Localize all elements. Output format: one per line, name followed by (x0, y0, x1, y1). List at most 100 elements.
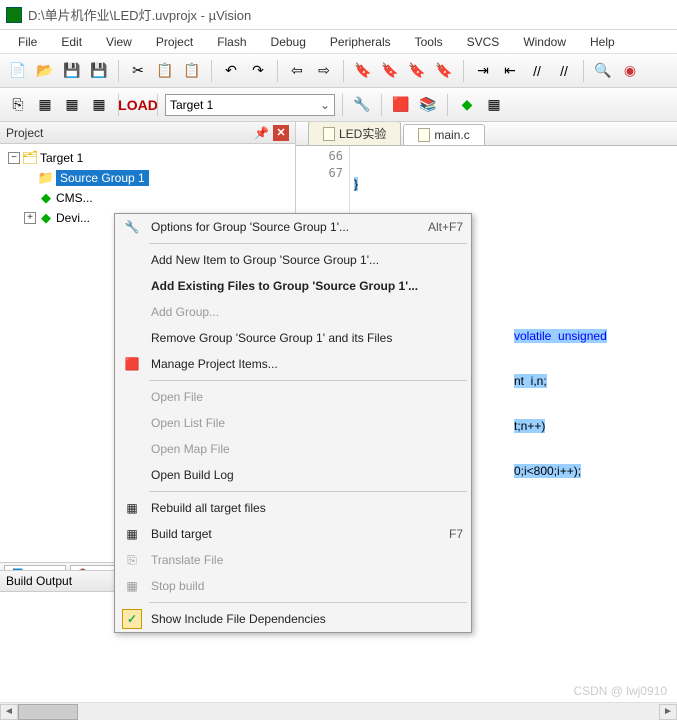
menu-view[interactable]: View (96, 33, 142, 51)
separator (583, 60, 584, 82)
ctx-remove-group[interactable]: Remove Group 'Source Group 1' and its Fi… (115, 325, 471, 351)
pack-icon[interactable]: ◆ (455, 93, 479, 117)
stop-icon: ▦ (119, 573, 145, 599)
scroll-left-icon[interactable]: ◄ (0, 704, 18, 720)
rte-icon[interactable]: ▦ (482, 93, 506, 117)
ctx-options[interactable]: 🔧 Options for Group 'Source Group 1'... … (115, 214, 471, 240)
open-icon[interactable]: 📂 (33, 59, 57, 83)
pin-icon[interactable]: 📌 (254, 126, 269, 140)
tree-cmsis-label: CMS... (56, 191, 93, 205)
new-file-icon[interactable]: 📄 (6, 59, 30, 83)
ctx-manage[interactable]: 🟥 Manage Project Items... (115, 351, 471, 377)
collapse-icon[interactable]: − (8, 152, 20, 164)
bookmark-icon[interactable]: 🔖 (351, 59, 375, 83)
expand-icon[interactable]: + (24, 212, 36, 224)
ctx-add-new[interactable]: Add New Item to Group 'Source Group 1'..… (115, 247, 471, 273)
undo-icon[interactable]: ↶ (219, 59, 243, 83)
uncomment-icon[interactable]: // (552, 59, 576, 83)
code-kw: volatile (514, 329, 551, 343)
indent-icon[interactable]: ⇥ (471, 59, 495, 83)
file-tab-main[interactable]: main.c (403, 124, 484, 145)
bookmark-next-icon[interactable]: 🔖 (405, 59, 429, 83)
chevron-down-icon: ⌄ (320, 98, 330, 112)
redo-icon[interactable]: ↷ (246, 59, 270, 83)
debug-icon[interactable]: ◉ (618, 59, 642, 83)
translate-icon[interactable]: ⎘ (6, 93, 30, 117)
bookmark-prev-icon[interactable]: 🔖 (378, 59, 402, 83)
ctx-add-new-label: Add New Item to Group 'Source Group 1'..… (151, 253, 463, 267)
tree-source-group[interactable]: 📁 Source Group 1 (2, 168, 293, 188)
scroll-track[interactable] (18, 704, 659, 720)
folder-icon: 📁 (38, 170, 54, 186)
build-output-title: Build Output (6, 574, 72, 588)
blank-icon (119, 325, 145, 351)
menu-debug[interactable]: Debug (261, 33, 316, 51)
download-icon[interactable]: LOAD (126, 93, 150, 117)
ctx-open-map-label: Open Map File (151, 442, 463, 456)
menu-edit[interactable]: Edit (51, 33, 92, 51)
separator (463, 60, 464, 82)
menu-separator (149, 491, 467, 492)
find-icon[interactable]: 🔍 (591, 59, 615, 83)
toolbar-main: 📄 📂 💾 💾 ✂ 📋 📋 ↶ ↷ ⇦ ⇨ 🔖 🔖 🔖 🔖 ⇥ ⇤ // // … (0, 54, 677, 88)
blank-icon (119, 384, 145, 410)
menu-separator (149, 602, 467, 603)
ctx-open-log[interactable]: Open Build Log (115, 462, 471, 488)
toolbar-build: ⎘ ▦ ▦ ▦ LOAD Target 1 ⌄ 🔧 🟥 📚 ◆ ▦ (0, 88, 677, 122)
horizontal-scrollbar[interactable]: ◄ ► (0, 702, 677, 720)
project-panel-title: Project (6, 126, 43, 140)
outdent-icon[interactable]: ⇤ (498, 59, 522, 83)
wand-icon: 🔧 (119, 214, 145, 240)
menu-project[interactable]: Project (146, 33, 203, 51)
separator (343, 60, 344, 82)
ctx-open-file: Open File (115, 384, 471, 410)
tree-cmsis[interactable]: ◆ CMS... (2, 188, 293, 208)
menu-file[interactable]: File (8, 33, 47, 51)
save-icon[interactable]: 💾 (60, 59, 84, 83)
target-select[interactable]: Target 1 ⌄ (165, 94, 335, 116)
options-icon[interactable]: 🔧 (350, 93, 374, 117)
ctx-show-deps[interactable]: ✓ Show Include File Dependencies (115, 606, 471, 632)
menu-help[interactable]: Help (580, 33, 625, 51)
close-icon[interactable]: ✕ (273, 125, 289, 141)
cut-icon[interactable]: ✂ (126, 59, 150, 83)
comment-icon[interactable]: // (525, 59, 549, 83)
blank-icon (119, 410, 145, 436)
rebuild-icon[interactable]: ▦ (60, 93, 84, 117)
scroll-thumb[interactable] (18, 704, 78, 720)
tree-root[interactable]: − 🗂 Target 1 (2, 148, 293, 168)
tree-root-label: Target 1 (40, 151, 83, 165)
ctx-stop-label: Stop build (151, 579, 463, 593)
menu-tools[interactable]: Tools (405, 33, 453, 51)
menu-window[interactable]: Window (513, 33, 576, 51)
manage-icon[interactable]: 🟥 (389, 93, 413, 117)
save-all-icon[interactable]: 💾 (87, 59, 111, 83)
menu-peripherals[interactable]: Peripherals (320, 33, 401, 51)
ctx-open-map: Open Map File (115, 436, 471, 462)
books-icon[interactable]: 📚 (416, 93, 440, 117)
build-icon[interactable]: ▦ (33, 93, 57, 117)
menu-svcs[interactable]: SVCS (457, 33, 510, 51)
file-tab-led[interactable]: LED实验 (308, 122, 401, 145)
ctx-add-group: Add Group... (115, 299, 471, 325)
bookmark-clear-icon[interactable]: 🔖 (432, 59, 456, 83)
paste-icon[interactable]: 📋 (180, 59, 204, 83)
blank-icon (119, 299, 145, 325)
separator (381, 94, 382, 116)
nav-back-icon[interactable]: ⇦ (285, 59, 309, 83)
ctx-rebuild[interactable]: ▦ Rebuild all target files (115, 495, 471, 521)
separator (157, 94, 158, 116)
ctx-add-existing-label: Add Existing Files to Group 'Source Grou… (151, 279, 463, 293)
ctx-show-deps-label: Show Include File Dependencies (151, 612, 463, 626)
menu-flash[interactable]: Flash (207, 33, 256, 51)
ctx-add-existing[interactable]: Add Existing Files to Group 'Source Grou… (115, 273, 471, 299)
ctx-build[interactable]: ▦ Build target F7 (115, 521, 471, 547)
scroll-right-icon[interactable]: ► (659, 704, 677, 720)
copy-icon[interactable]: 📋 (153, 59, 177, 83)
blank-icon (119, 462, 145, 488)
target-select-value: Target 1 (170, 98, 213, 112)
batch-build-icon[interactable]: ▦ (87, 93, 111, 117)
separator (447, 94, 448, 116)
code-kw: unsigned (558, 329, 607, 343)
nav-fwd-icon[interactable]: ⇨ (312, 59, 336, 83)
